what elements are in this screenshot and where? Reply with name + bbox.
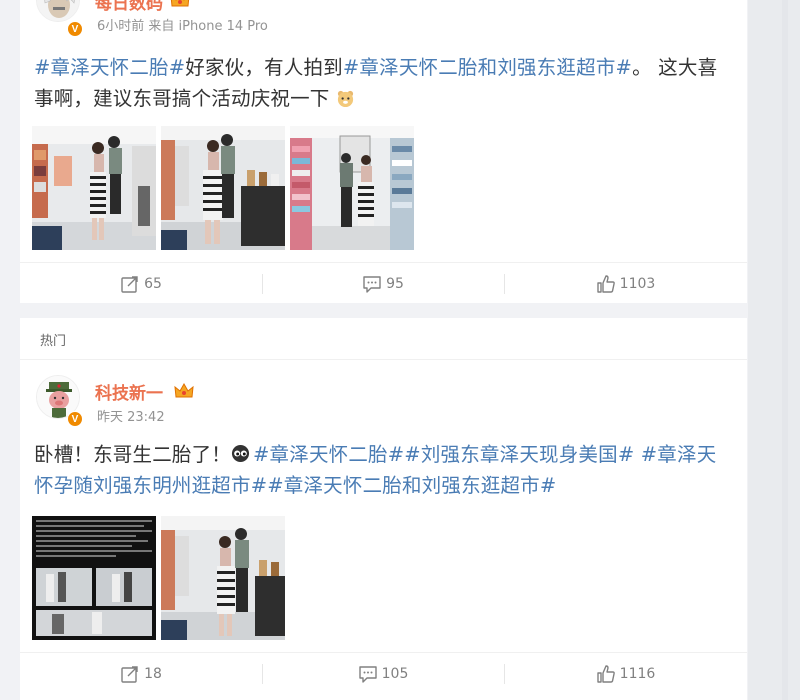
post-time[interactable]: 昨天 23:42: [97, 410, 165, 425]
content-text: 好家伙，有人拍到: [185, 56, 343, 79]
content-line-1: #章泽天怀二胎#好家伙，有人拍到#章泽天怀二胎和刘强东逛超市#。 这大喜: [34, 52, 734, 83]
post-time[interactable]: 6小时前: [97, 19, 144, 34]
like-button[interactable]: 1103: [504, 263, 747, 304]
scrollbar[interactable]: [782, 0, 788, 700]
image-grid: [32, 516, 292, 640]
hashtag-link[interactable]: #章泽天怀二胎#: [34, 56, 185, 79]
vip-crown-icon: [170, 0, 190, 7]
post-card-2: 热门 V 科技新一 昨天 23:42 卧槽！东哥生二胎了！ #章泽天怀二胎##刘…: [20, 318, 747, 700]
eyes-emoji-icon: [231, 444, 250, 463]
post-content: 卧槽！东哥生二胎了！ #章泽天怀二胎##刘强东章泽天现身美国# #章泽天 怀孕随…: [34, 439, 734, 501]
verified-badge-icon: V: [67, 21, 83, 37]
repost-count: 18: [144, 665, 162, 682]
comment-button[interactable]: 95: [262, 263, 504, 304]
hashtag-link[interactable]: 怀孕随刘强东明州逛超市##章泽天怀二胎和刘强东逛超市#: [34, 474, 556, 497]
hot-label: 热门: [40, 334, 67, 349]
supermarket-photo-3[interactable]: [290, 126, 414, 250]
content-line-2: 事啊，建议东哥搞个活动庆祝一下: [34, 83, 734, 114]
hashtag-link[interactable]: #章泽天怀二胎##刘强东章泽天现身美国# #章泽天: [253, 443, 716, 466]
username[interactable]: 科技新一: [95, 379, 163, 404]
like-count: 1103: [619, 275, 656, 292]
post-source: 来自 iPhone 14 Pro: [148, 19, 268, 34]
content-text: 事啊，建议东哥搞个活动庆祝一下: [34, 87, 330, 110]
screenshot-collage[interactable]: [32, 516, 156, 640]
verified-badge-icon: V: [67, 411, 83, 427]
like-button[interactable]: 1116: [504, 653, 747, 694]
post-meta: 6小时前 来自 iPhone 14 Pro: [97, 15, 268, 34]
comment-count: 95: [386, 275, 404, 292]
content-line-2: 怀孕随刘强东明州逛超市##章泽天怀二胎和刘强东逛超市#: [34, 470, 734, 501]
repost-count: 65: [144, 275, 162, 292]
content-text: 。 这大喜: [632, 56, 718, 79]
post-card-1: V 每日数码 6小时前 来自 iPhone 14 Pro #章泽天怀二胎#好家伙…: [20, 0, 747, 303]
repost-button[interactable]: 65: [20, 263, 262, 304]
comment-icon: [363, 275, 381, 293]
hot-section-header: 热门: [20, 318, 747, 360]
image-grid: [32, 126, 432, 250]
content-text: 卧槽！东哥生二胎了！: [34, 443, 232, 466]
like-count: 1116: [619, 665, 656, 682]
bear-face-emoji-icon: [337, 90, 354, 108]
right-background-strip: [748, 0, 800, 700]
comment-icon: [358, 665, 377, 683]
avatar[interactable]: [36, 0, 80, 22]
post-meta: 昨天 23:42: [97, 406, 165, 425]
hashtag-link[interactable]: #章泽天怀二胎和刘强东逛超市#: [343, 56, 632, 79]
supermarket-photo-1[interactable]: [32, 126, 156, 250]
supermarket-photo-4[interactable]: [161, 516, 285, 640]
content-line-1: 卧槽！东哥生二胎了！ #章泽天怀二胎##刘强东章泽天现身美国# #章泽天: [34, 439, 734, 470]
repost-button[interactable]: 18: [20, 653, 262, 694]
comment-count: 105: [381, 665, 409, 682]
like-icon: [596, 664, 615, 683]
post-actions: 18 105 1116: [20, 652, 747, 693]
post-actions: 65 95 1103: [20, 262, 747, 303]
comment-button[interactable]: 105: [262, 653, 504, 694]
supermarket-photo-2[interactable]: [161, 126, 285, 250]
vip-crown-icon: [174, 383, 194, 398]
repost-icon: [121, 665, 138, 683]
post-content: #章泽天怀二胎#好家伙，有人拍到#章泽天怀二胎和刘强东逛超市#。 这大喜 事啊，…: [34, 52, 734, 114]
like-icon: [596, 274, 615, 293]
repost-icon: [121, 275, 138, 293]
username[interactable]: 每日数码: [95, 0, 163, 14]
